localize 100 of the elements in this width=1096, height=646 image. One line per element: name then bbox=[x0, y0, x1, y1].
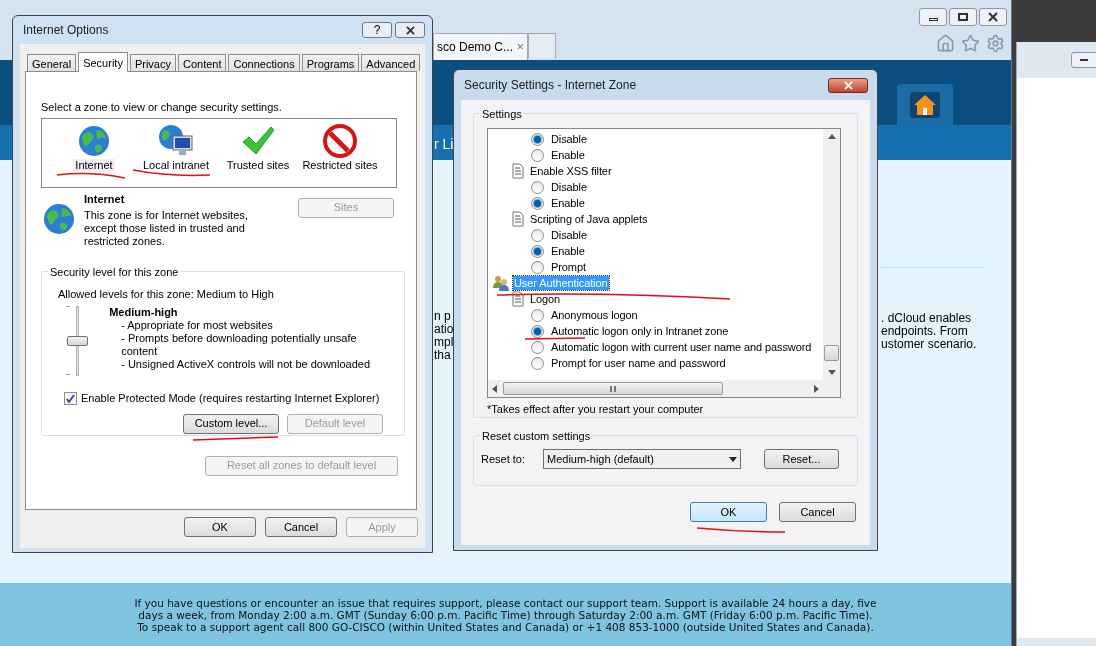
radio-button[interactable] bbox=[531, 132, 544, 146]
option-label[interactable]: Prompt bbox=[551, 258, 586, 276]
globe-monitor-icon bbox=[158, 123, 194, 158]
settings-document-icon bbox=[510, 163, 526, 179]
scrollbar-thumb[interactable] bbox=[503, 382, 723, 396]
tab-close-button[interactable]: × bbox=[516, 37, 524, 57]
option-label[interactable]: Enable bbox=[551, 242, 585, 260]
radio-button[interactable] bbox=[531, 356, 544, 370]
option-label[interactable]: Prompt for user name and password bbox=[551, 354, 726, 372]
ok-button[interactable]: OK bbox=[690, 502, 767, 522]
dropdown-caret-icon bbox=[729, 456, 737, 462]
cancel-button[interactable]: Cancel bbox=[779, 502, 856, 522]
vertical-scrollbar[interactable] bbox=[823, 129, 840, 397]
cancel-button[interactable]: Cancel bbox=[265, 517, 337, 537]
page-text: atio bbox=[434, 323, 454, 336]
star-icon[interactable] bbox=[961, 34, 980, 53]
option-label[interactable]: Enable bbox=[551, 146, 585, 164]
scroll-right-icon[interactable] bbox=[812, 384, 820, 393]
close-button[interactable] bbox=[395, 22, 425, 38]
slider-thumb[interactable] bbox=[67, 336, 88, 346]
note-text: *Takes effect after you restart your computer bbox=[487, 402, 705, 417]
option-label[interactable]: Automatic logon with current user name and password bbox=[551, 338, 812, 356]
help-button[interactable]: ? bbox=[362, 22, 392, 38]
settings-document-icon bbox=[510, 291, 526, 307]
tab[interactable]: Content bbox=[177, 54, 227, 71]
setting-label[interactable]: Logon bbox=[529, 292, 562, 306]
window-title: Security Settings - Internet Zone bbox=[464, 77, 637, 94]
page-text: tha bbox=[434, 349, 451, 362]
tab[interactable]: Programs bbox=[301, 54, 360, 71]
setting-label[interactable]: Enable XSS filter bbox=[529, 164, 613, 178]
level-description: - Appropriate for most websites bbox=[121, 319, 274, 332]
home-tab[interactable] bbox=[897, 84, 953, 125]
option-label[interactable]: Disable bbox=[551, 178, 587, 196]
browser-tab[interactable]: sco Demo C... × bbox=[433, 33, 528, 60]
option-label[interactable]: Anonymous logon bbox=[551, 306, 638, 324]
zone-description: This zone is for Internet websites, except those listed in trusted and restricted zones. bbox=[84, 209, 249, 248]
reset-button[interactable]: Reset... bbox=[764, 449, 839, 469]
radio-button[interactable] bbox=[531, 340, 544, 354]
globe-icon bbox=[43, 202, 75, 235]
radio-button[interactable] bbox=[531, 228, 544, 242]
page-text: endpoints. From bbox=[881, 325, 969, 338]
close-icon bbox=[843, 80, 853, 90]
tab[interactable]: General bbox=[27, 54, 77, 71]
scroll-up-icon[interactable] bbox=[827, 133, 836, 141]
tab[interactable]: Security bbox=[78, 52, 128, 72]
level-name: Medium-high bbox=[109, 306, 179, 319]
minimize-button[interactable] bbox=[1071, 52, 1096, 68]
footer-text: If you have questions or encounter an issue that requires support, please contact our support team. Support is available 24 hours a day, five bbox=[134, 596, 877, 609]
globe-icon bbox=[78, 124, 110, 157]
scroll-left-icon[interactable] bbox=[491, 384, 499, 393]
scroll-down-icon[interactable] bbox=[827, 369, 836, 377]
horizontal-scrollbar[interactable] bbox=[488, 380, 823, 397]
zone-item[interactable]: Local intranet bbox=[142, 158, 209, 172]
setting-label[interactable]: Scripting of Java applets bbox=[529, 212, 649, 226]
checkbox-label[interactable]: Enable Protected Mode (requires restarting Internet Explorer) bbox=[81, 390, 380, 407]
radio-button[interactable] bbox=[531, 244, 544, 258]
grip-icon bbox=[610, 385, 616, 392]
custom-level-button[interactable]: Custom level... bbox=[183, 413, 279, 434]
annotation-underline bbox=[524, 337, 586, 340]
page-text: mpl bbox=[434, 336, 454, 349]
close-icon bbox=[988, 12, 998, 22]
close-button[interactable] bbox=[828, 77, 868, 93]
radio-button[interactable] bbox=[531, 260, 544, 274]
reset-dropdown[interactable]: Medium-high (default) bbox=[543, 449, 741, 469]
zone-prompt: Select a zone to view or change security settings. bbox=[41, 100, 283, 115]
tab[interactable]: Privacy bbox=[129, 54, 176, 71]
users-icon bbox=[492, 275, 510, 291]
zone-item[interactable]: Trusted sites bbox=[226, 158, 290, 172]
radio-button[interactable] bbox=[531, 180, 544, 194]
close-button[interactable] bbox=[979, 8, 1007, 26]
maximize-button[interactable] bbox=[949, 8, 977, 26]
scrollbar-thumb[interactable] bbox=[824, 345, 839, 361]
nav-text: r Li bbox=[434, 135, 454, 154]
page-text: n p bbox=[434, 310, 452, 323]
minimize-button[interactable] bbox=[919, 8, 947, 26]
level-description: - Unsigned ActiveX controls will not be downloaded bbox=[121, 358, 372, 371]
settings-document-icon bbox=[510, 211, 526, 227]
radio-button[interactable] bbox=[531, 148, 544, 162]
option-label[interactable]: Automatic logon only in Intranet zone bbox=[551, 322, 729, 340]
security-level-slider[interactable] bbox=[66, 306, 88, 376]
radio-button[interactable] bbox=[531, 308, 544, 322]
window-title: Internet Options bbox=[23, 22, 109, 39]
radio-button[interactable] bbox=[531, 196, 544, 210]
option-label[interactable]: Enable bbox=[551, 194, 585, 212]
radio-button[interactable] bbox=[531, 324, 544, 338]
ok-button[interactable]: OK bbox=[184, 517, 256, 537]
allowed-levels-text: Allowed levels for this zone: Medium to High bbox=[58, 286, 275, 302]
zone-item[interactable]: Internet bbox=[73, 158, 115, 172]
house-icon bbox=[910, 91, 940, 118]
tab[interactable]: Advanced bbox=[361, 54, 421, 71]
close-icon bbox=[405, 25, 415, 35]
reset-to-label: Reset to: bbox=[481, 451, 527, 467]
checkbox[interactable] bbox=[64, 391, 77, 405]
tab[interactable]: Connections bbox=[228, 54, 300, 71]
option-label[interactable]: Disable bbox=[551, 226, 587, 244]
zone-item[interactable]: Restricted sites bbox=[302, 158, 378, 172]
zone-name: Internet bbox=[84, 191, 126, 207]
annotation-underline bbox=[56, 172, 126, 179]
footer-text: days a week, from Monday 2:00 a.m. GMT (Sunday 6:00 p.m. Pacific Time) through Saturday 2:00 a.m. GMT (Friday 6:00 p.m. Pacific Time). bbox=[138, 608, 873, 621]
option-label[interactable]: Disable bbox=[551, 130, 587, 148]
